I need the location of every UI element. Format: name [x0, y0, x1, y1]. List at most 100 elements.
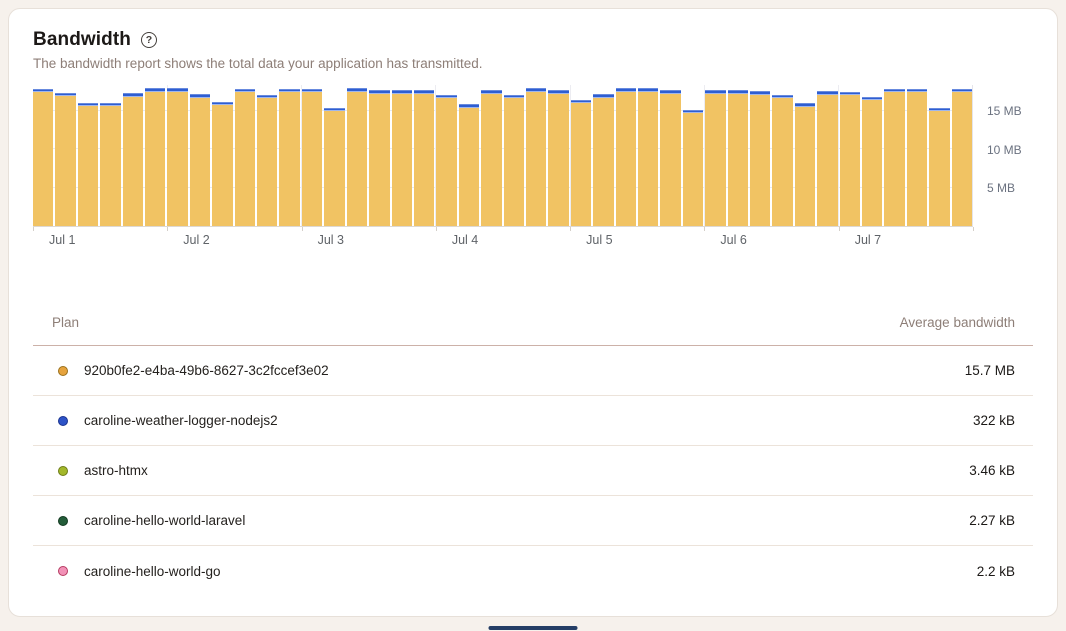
chart-bar[interactable] — [481, 85, 501, 226]
bandwidth-report-card: Bandwidth ? The bandwidth report shows t… — [8, 8, 1058, 617]
column-header-plan: Plan — [52, 315, 79, 330]
chart-bar[interactable] — [279, 85, 299, 226]
chart-bar[interactable] — [212, 85, 232, 226]
x-axis-tick-label: Jul 4 — [452, 233, 478, 247]
chart-bar[interactable] — [705, 85, 725, 226]
table-row: caroline-hello-world-go 2.2 kB — [33, 546, 1033, 596]
bar-segment-yellow — [369, 94, 389, 226]
plan-name: caroline-hello-world-go — [84, 564, 221, 579]
home-indicator — [489, 626, 578, 630]
plan-color-dot-icon — [58, 366, 68, 376]
bar-segment-yellow — [324, 111, 344, 226]
plan-color-dot-icon — [58, 466, 68, 476]
bar-segment-yellow — [526, 92, 546, 226]
y-axis-tick-label: 10 MB — [987, 143, 1022, 157]
bar-segment-yellow — [638, 92, 658, 226]
table-row: astro-htmx 3.46 kB — [33, 446, 1033, 496]
chart-bar[interactable] — [302, 85, 322, 226]
chart-bar[interactable] — [952, 85, 972, 226]
chart-bar[interactable] — [548, 85, 568, 226]
chart-bar[interactable] — [526, 85, 546, 226]
average-bandwidth-value: 2.27 kB — [969, 513, 1015, 528]
bar-segment-yellow — [167, 92, 187, 226]
bar-segment-yellow — [683, 113, 703, 226]
chart-bar[interactable] — [929, 85, 949, 226]
bar-segment-yellow — [436, 98, 456, 226]
chart-bar[interactable] — [750, 85, 770, 226]
plan-name: caroline-weather-logger-nodejs2 — [84, 413, 278, 428]
bar-segment-yellow — [616, 92, 636, 226]
bar-segment-yellow — [481, 94, 501, 226]
bar-segment-yellow — [78, 106, 98, 226]
bar-segment-yellow — [862, 100, 882, 226]
average-bandwidth-value: 322 kB — [973, 413, 1015, 428]
bar-segment-yellow — [392, 94, 412, 226]
chart-bar[interactable] — [817, 85, 837, 226]
bar-segment-yellow — [347, 92, 367, 226]
chart-bar[interactable] — [414, 85, 434, 226]
chart-bar[interactable] — [459, 85, 479, 226]
x-axis-tick-label: Jul 2 — [183, 233, 209, 247]
chart-bar[interactable] — [795, 85, 815, 226]
chart-bar[interactable] — [616, 85, 636, 226]
chart-bar[interactable] — [324, 85, 344, 226]
chart-bar[interactable] — [33, 85, 53, 226]
plan-color-dot-icon — [58, 516, 68, 526]
chart-bar[interactable] — [167, 85, 187, 226]
table-header-row: Plan Average bandwidth — [33, 307, 1033, 346]
chart-bar[interactable] — [55, 85, 75, 226]
bar-segment-yellow — [414, 94, 434, 226]
chart-bar[interactable] — [369, 85, 389, 226]
chart-bar[interactable] — [190, 85, 210, 226]
chart-bar[interactable] — [257, 85, 277, 226]
chart-bar[interactable] — [840, 85, 860, 226]
bar-segment-yellow — [145, 92, 165, 226]
chart-bar[interactable] — [683, 85, 703, 226]
average-bandwidth-value: 3.46 kB — [969, 463, 1015, 478]
bar-segment-yellow — [728, 94, 748, 226]
x-axis-tick — [302, 227, 303, 231]
chart-bar[interactable] — [862, 85, 882, 226]
chart-bar[interactable] — [884, 85, 904, 226]
x-axis-tick — [839, 227, 840, 231]
bar-segment-yellow — [33, 92, 53, 226]
chart-bar[interactable] — [392, 85, 412, 226]
bar-segment-yellow — [548, 94, 568, 226]
chart-bar[interactable] — [100, 85, 120, 226]
bar-segment-yellow — [279, 92, 299, 226]
chart-bar[interactable] — [907, 85, 927, 226]
chart-bar[interactable] — [638, 85, 658, 226]
x-axis-tick-label: Jul 6 — [720, 233, 746, 247]
chart-bar[interactable] — [78, 85, 98, 226]
plans-table: Plan Average bandwidth 920b0fe2-e4ba-49b… — [33, 307, 1033, 596]
x-axis: Jul 1Jul 2Jul 3Jul 4Jul 5Jul 6Jul 7 — [33, 227, 973, 251]
x-axis-tick-label: Jul 3 — [318, 233, 344, 247]
chart-bar[interactable] — [772, 85, 792, 226]
average-bandwidth-value: 2.2 kB — [977, 564, 1015, 579]
chart-bar[interactable] — [123, 85, 143, 226]
subtitle: The bandwidth report shows the total dat… — [33, 56, 1033, 71]
chart-bar[interactable] — [436, 85, 456, 226]
chart-bar[interactable] — [145, 85, 165, 226]
plan-name: astro-htmx — [84, 463, 148, 478]
bar-segment-yellow — [907, 92, 927, 226]
x-axis-tick — [436, 227, 437, 231]
x-axis-tick-label: Jul 5 — [586, 233, 612, 247]
bar-segment-yellow — [257, 98, 277, 226]
chart-bar[interactable] — [235, 85, 255, 226]
plan-name: 920b0fe2-e4ba-49b6-8627-3c2fccef3e02 — [84, 363, 329, 378]
chart-bar[interactable] — [593, 85, 613, 226]
x-axis-tick — [704, 227, 705, 231]
plan-name: caroline-hello-world-laravel — [84, 513, 245, 528]
chart-bar[interactable] — [504, 85, 524, 226]
chart-bar[interactable] — [728, 85, 748, 226]
help-icon[interactable]: ? — [141, 32, 157, 48]
x-axis-tick — [570, 227, 571, 231]
chart-bar[interactable] — [571, 85, 591, 226]
y-axis-tick-label: 15 MB — [987, 104, 1022, 118]
page: { "header": { "title": "Bandwidth", "hel… — [0, 0, 1066, 631]
chart-bar[interactable] — [347, 85, 367, 226]
chart-bar[interactable] — [660, 85, 680, 226]
bandwidth-chart: 15 MB10 MB5 MB Jul 1Jul 2Jul 3Jul 4Jul 5… — [33, 85, 1033, 251]
card-header: Bandwidth ? — [33, 29, 1033, 51]
